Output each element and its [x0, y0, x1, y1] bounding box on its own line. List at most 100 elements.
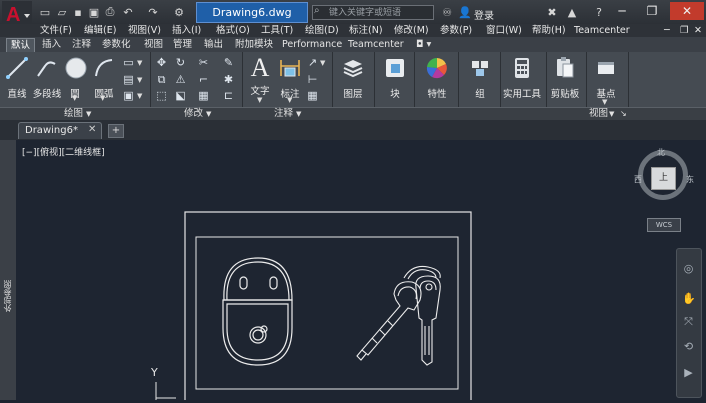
tab-manage[interactable]: 管理 [169, 38, 196, 51]
viewcube-north[interactable]: 北 [657, 147, 665, 158]
leader-dropdown-icon[interactable]: ▼ [320, 59, 325, 67]
rectangle-icon[interactable]: ▭ [122, 56, 135, 69]
view-panel-dropdown-icon[interactable]: ▼ [609, 108, 614, 120]
close-button[interactable]: ✕ [670, 2, 704, 20]
viewcube-top-face[interactable]: 上 [651, 167, 676, 190]
layers-button[interactable]: 图层 [338, 56, 368, 100]
wcs-menu[interactable]: WCS [647, 218, 681, 232]
menu-minimize-icon[interactable]: ─ [664, 24, 670, 37]
groups-button[interactable]: 组 [466, 56, 494, 100]
restore-button[interactable]: ❐ [638, 2, 666, 20]
stretch-icon[interactable]: ⬚ [155, 89, 168, 102]
clipboard-button[interactable]: 剪贴板 [548, 56, 582, 100]
menu-edit[interactable]: 编辑(E) [84, 24, 116, 37]
binoculars-icon[interactable]: ♾ [440, 5, 454, 19]
viewcube-east[interactable]: 东 [686, 174, 694, 185]
pan-icon[interactable]: ✋ [682, 292, 696, 305]
region-icon[interactable]: ▣ [122, 89, 135, 102]
viewport-controls-label[interactable]: [−][俯视][二维线框] [22, 145, 105, 158]
xref-palette-strip[interactable] [0, 140, 16, 400]
drawing-canvas[interactable] [16, 140, 706, 403]
tab-annotate[interactable]: 注释 [68, 38, 95, 51]
tab-view[interactable]: 视图 [140, 38, 167, 51]
close-tab-icon[interactable]: ✕ [88, 124, 96, 135]
mirror-icon[interactable]: ⚠ [174, 73, 187, 86]
ribbon-options-icon[interactable]: ◘ ▾ [412, 38, 435, 51]
tab-teamcenter[interactable]: Teamcenter [344, 38, 408, 51]
exchange-icon[interactable]: ✖ [545, 5, 559, 19]
rotate-icon[interactable]: ↻ [174, 56, 187, 69]
saveas-icon[interactable]: ▣ [87, 5, 101, 19]
scale-icon[interactable]: ⬕ [174, 89, 187, 102]
block-button[interactable]: 块 [380, 56, 410, 100]
new-icon[interactable]: ▭ [38, 5, 52, 19]
dimension-button[interactable]: 标注 [277, 56, 303, 100]
menu-draw[interactable]: 绘图(D) [305, 24, 339, 37]
annotation-panel-label[interactable]: 注释 [274, 108, 293, 120]
menu-format[interactable]: 格式(O) [216, 24, 250, 37]
leader-icon[interactable]: ↗ [306, 56, 319, 69]
draw-panel-label[interactable]: 绘图 [64, 108, 83, 120]
table-icon[interactable]: ▦ [306, 89, 319, 102]
menu-file[interactable]: 文件(F) [40, 24, 72, 37]
menu-insert[interactable]: 插入(I) [172, 24, 201, 37]
tab-insert[interactable]: 插入 [38, 38, 65, 51]
tab-parametric[interactable]: 参数化 [98, 38, 135, 51]
hatch-icon[interactable]: ▤ [122, 73, 135, 86]
tab-performance[interactable]: Performance [278, 38, 346, 51]
copy-icon[interactable]: ⧉ [155, 73, 168, 86]
showmotion-icon[interactable]: ▶ [682, 366, 695, 379]
menu-modify[interactable]: 修改(M) [394, 24, 429, 37]
menu-teamcenter[interactable]: Teamcenter [574, 24, 630, 37]
properties-button[interactable]: 特性 [420, 56, 454, 100]
tab-addins[interactable]: 附加模块 [231, 38, 277, 51]
open-icon[interactable]: ▱ [55, 5, 69, 19]
menu-tools[interactable]: 工具(T) [261, 24, 293, 37]
arc-dropdown-icon[interactable]: ▼ [100, 94, 105, 102]
login-button[interactable]: 登录 [474, 7, 494, 22]
menu-restore-icon[interactable]: ❐ [680, 24, 689, 37]
menu-help[interactable]: 帮助(H) [532, 24, 566, 37]
orbit-icon[interactable]: ⟲ [682, 340, 695, 353]
hatch-dropdown-icon[interactable]: ▼ [137, 76, 142, 84]
draw-panel-dropdown-icon[interactable]: ▼ [86, 108, 91, 120]
print-icon[interactable]: ⎙ [103, 5, 117, 19]
search-input[interactable]: 键入关键字或短语 [312, 5, 434, 20]
save-icon[interactable]: ▪ [71, 5, 85, 19]
steering-wheel-icon[interactable]: ◎ [682, 262, 695, 275]
linear-dim-icon[interactable]: ⊢ [306, 73, 319, 86]
rectangle-dropdown-icon[interactable]: ▼ [137, 59, 142, 67]
redo-icon[interactable]: ↷ [146, 5, 160, 19]
modify-panel-label[interactable]: 修改 [184, 108, 203, 120]
zoom-extents-icon[interactable]: ⤧ [682, 315, 695, 328]
circle-dropdown-icon[interactable]: ▼ [72, 94, 77, 102]
basepoint-dropdown-icon[interactable]: ▼ [602, 98, 607, 106]
menu-parametric[interactable]: 参数(P) [440, 24, 472, 37]
modify-panel-dropdown-icon[interactable]: ▼ [206, 108, 211, 120]
array-icon[interactable]: ▦ [197, 89, 210, 102]
new-tab-button[interactable]: + [108, 124, 124, 138]
dimension-dropdown-icon[interactable]: ▼ [287, 96, 292, 104]
help-icon[interactable]: ? [592, 5, 606, 19]
region-dropdown-icon[interactable]: ▼ [137, 92, 142, 100]
text-dropdown-icon[interactable]: ▼ [257, 96, 262, 104]
viewcube-west[interactable]: 西 [634, 174, 642, 185]
basepoint-button[interactable]: 基点 [592, 56, 620, 100]
a360-icon[interactable]: ▲ [565, 5, 579, 19]
erase-icon[interactable]: ✎ [222, 56, 235, 69]
trim-icon[interactable]: ✂ [197, 56, 210, 69]
utilities-button[interactable]: 实用工具 [502, 56, 542, 100]
annotation-panel-dropdown-icon[interactable]: ▼ [296, 108, 301, 120]
text-button[interactable]: A 文字 [247, 55, 273, 98]
view-panel-launcher-icon[interactable]: ↘ [620, 108, 627, 120]
polyline-button[interactable]: 多段线 [32, 56, 62, 100]
menu-close-icon[interactable]: ✕ [694, 24, 702, 37]
workspace-icon[interactable]: ⚙ [172, 5, 186, 19]
view-panel-label[interactable]: 视图 [589, 108, 608, 120]
tab-output[interactable]: 输出 [200, 38, 227, 51]
fillet-icon[interactable]: ⌐ [197, 73, 210, 86]
menu-dimension[interactable]: 标注(N) [349, 24, 383, 37]
tab-default[interactable]: 默认 [6, 38, 36, 52]
offset-icon[interactable]: ⊏ [222, 89, 235, 102]
minimize-button[interactable]: ─ [608, 2, 636, 20]
